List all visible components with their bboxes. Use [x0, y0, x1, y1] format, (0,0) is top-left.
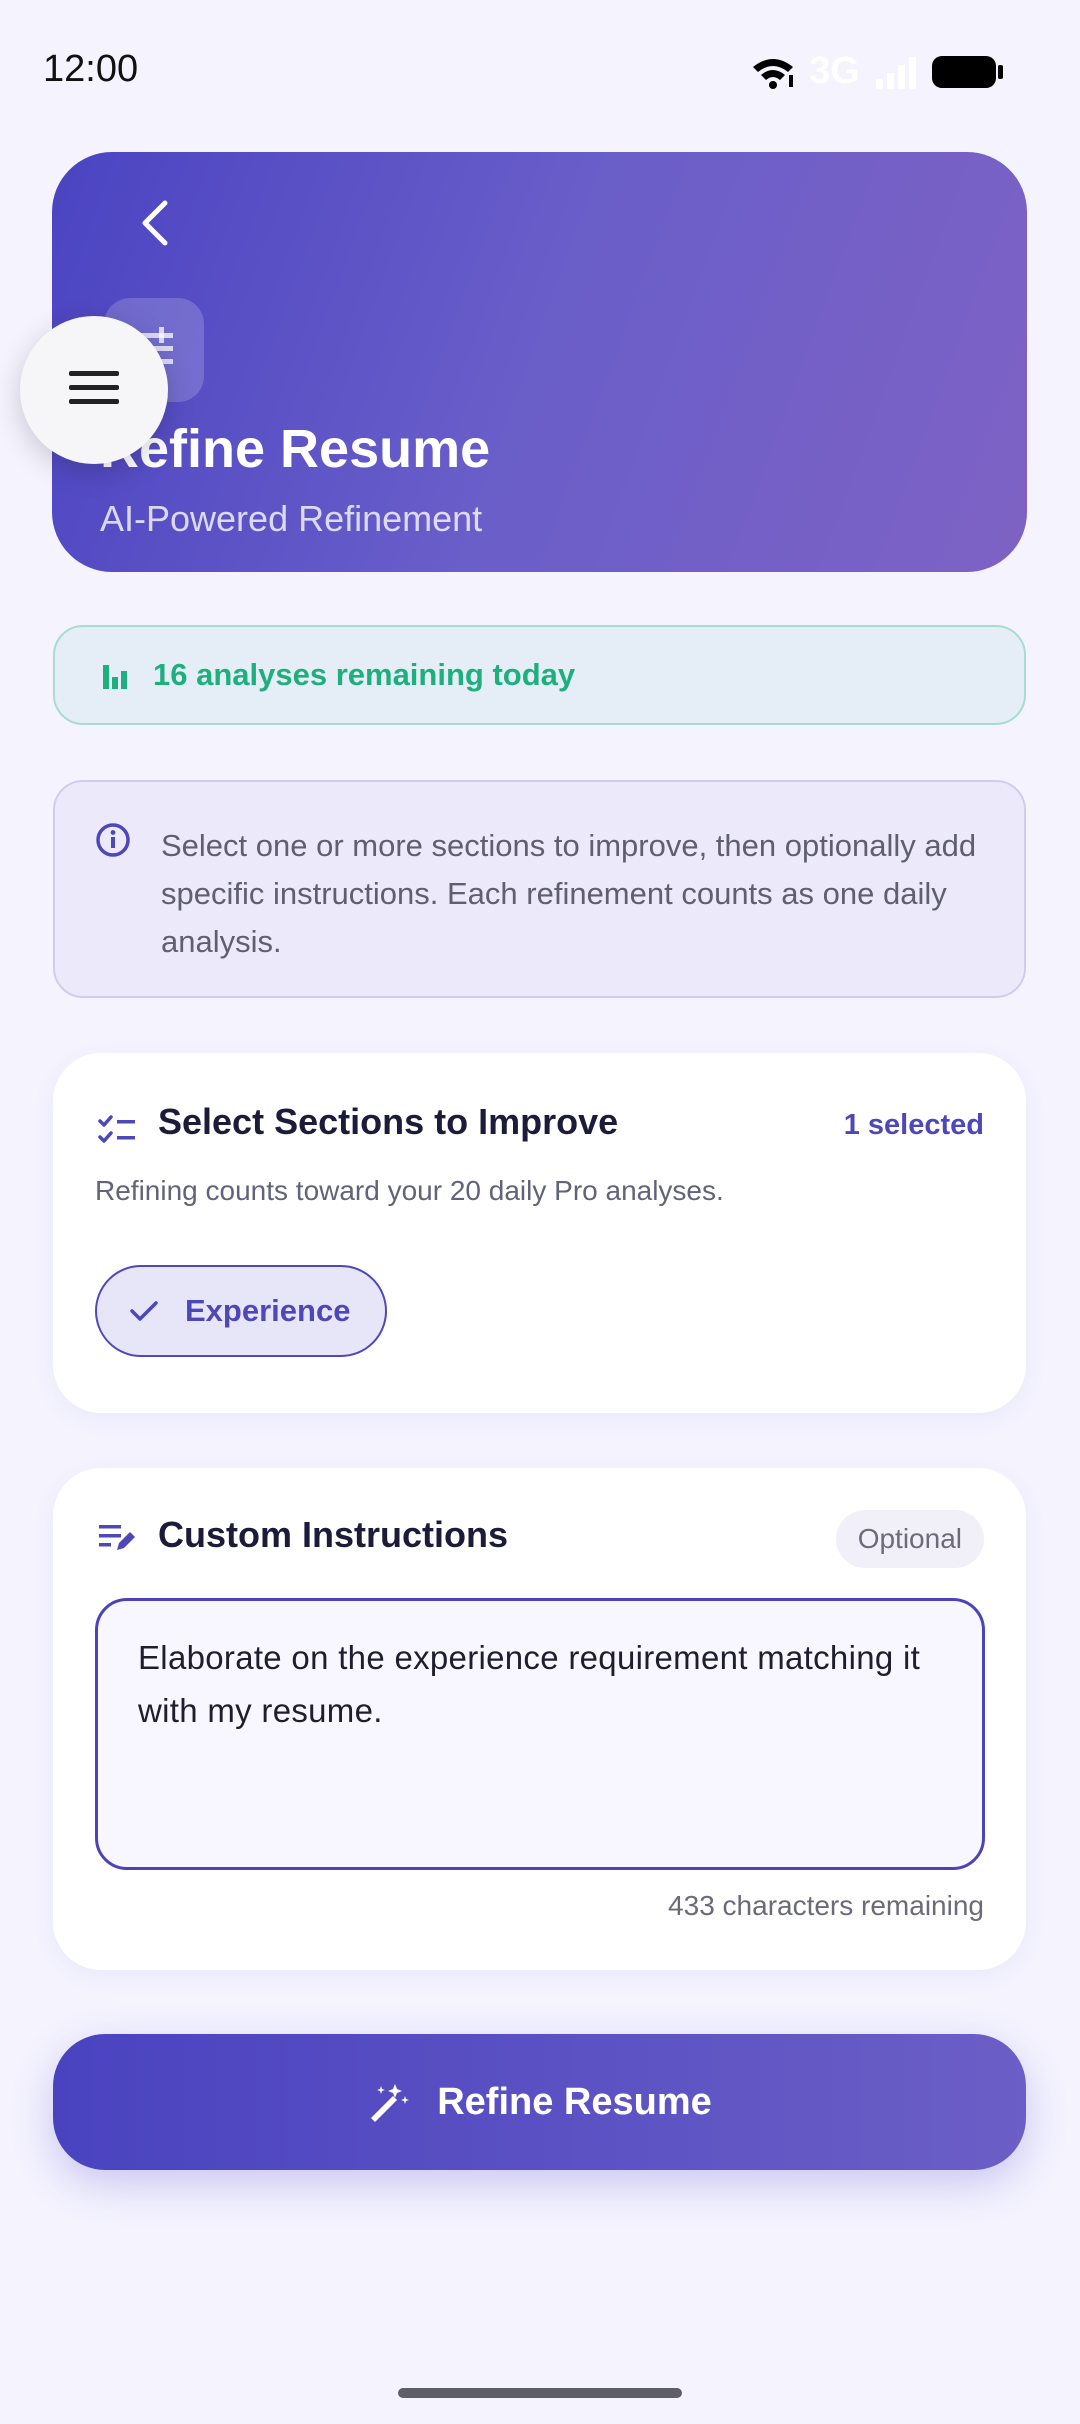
network-type-label: 3G: [809, 50, 860, 92]
menu-button[interactable]: [20, 316, 168, 464]
instructions-title: Custom Instructions: [158, 1514, 509, 1555]
section-chip-experience[interactable]: Experience: [95, 1265, 387, 1357]
info-icon: [95, 822, 131, 863]
instructions-card: Custom Instructions Optional Elaborate o…: [53, 1468, 1026, 1970]
info-banner: Select one or more sections to improve, …: [53, 780, 1026, 998]
bar-chart-icon: [101, 661, 129, 689]
back-button[interactable]: [120, 190, 190, 260]
quota-banner: 16 analyses remaining today: [53, 625, 1026, 725]
sections-title: Select Sections to Improve: [158, 1101, 619, 1142]
sections-note: Refining counts toward your 20 daily Pro…: [95, 1175, 724, 1206]
page-subtitle: AI-Powered Refinement: [100, 498, 483, 539]
chevron-left-icon: [133, 199, 177, 252]
chip-label: Experience: [185, 1293, 351, 1328]
selected-count: 1 selected: [843, 1109, 984, 1141]
home-indicator[interactable]: [398, 2388, 682, 2398]
battery-icon: [932, 54, 1004, 90]
refine-resume-button[interactable]: Refine Resume: [53, 2034, 1026, 2170]
optional-badge: Optional: [835, 1510, 984, 1568]
edit-note-icon: [97, 1520, 137, 1559]
hamburger-menu-icon: [69, 369, 119, 412]
info-text: Select one or more sections to improve, …: [161, 828, 977, 959]
status-time: 12:00: [43, 48, 139, 90]
quota-text: 16 analyses remaining today: [153, 657, 576, 692]
magic-wand-icon: [367, 2080, 411, 2124]
status-bar: 12:00 3G: [0, 0, 1080, 140]
instructions-input[interactable]: Elaborate on the experience requirement …: [95, 1598, 985, 1870]
chars-remaining: 433 characters remaining: [668, 1890, 984, 1921]
page-title: Refine Resume: [100, 419, 491, 479]
check-icon: [129, 1299, 159, 1323]
refine-button-label: Refine Resume: [437, 2080, 712, 2123]
status-icons: 3G: [751, 50, 1004, 93]
sections-card: Select Sections to Improve 1 selected Re…: [53, 1053, 1026, 1413]
wifi-icon: [751, 55, 795, 89]
signal-icon: [874, 55, 918, 89]
checklist-icon: [97, 1113, 137, 1152]
